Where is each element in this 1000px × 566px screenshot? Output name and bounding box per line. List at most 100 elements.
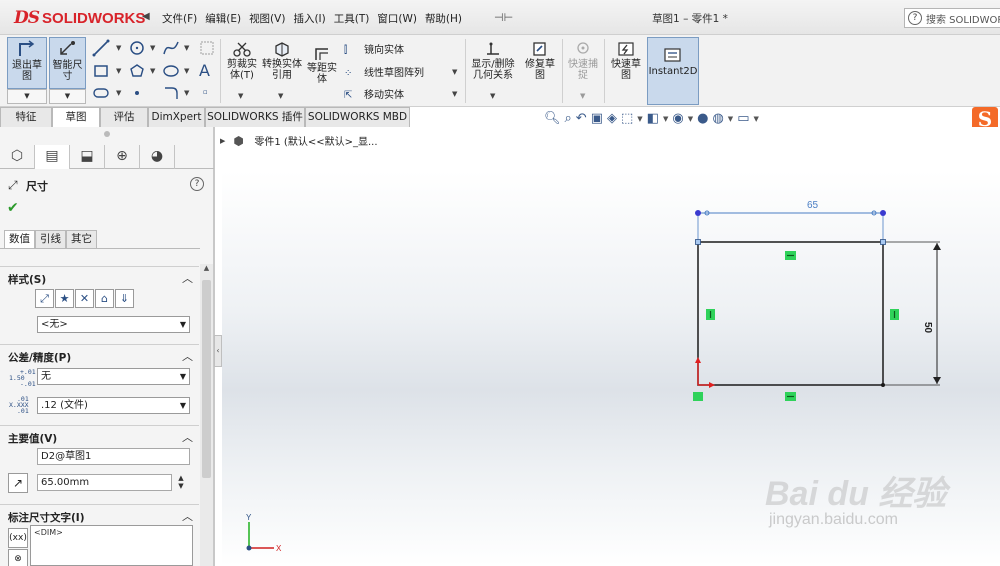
polygon-dropdown-icon[interactable]: ▼ <box>150 67 155 75</box>
view-orientation-icon[interactable]: ⬚ <box>621 111 633 126</box>
property-manager-tab-icon[interactable]: ▤ <box>35 145 70 169</box>
hide-show-dropdown-icon[interactable]: ▼ <box>688 115 693 123</box>
fillet-icon[interactable] <box>162 85 180 101</box>
display-style-icon[interactable]: ◧ <box>647 111 659 126</box>
smart-dimension-button[interactable]: 智能尺寸 <box>49 37 86 89</box>
line-icon[interactable] <box>92 39 110 57</box>
edit-appearance-icon[interactable]: ● <box>697 111 708 126</box>
display-relations-button[interactable]: 显示/删除几何关系 <box>468 41 518 81</box>
apply-default-style-icon[interactable]: ⤢ <box>35 289 54 308</box>
tolerance-type-select[interactable]: 无 ▼ <box>37 368 190 385</box>
delete-style-icon[interactable]: ✕ <box>75 289 94 308</box>
feature-tree-flyout[interactable]: ▶ ⬢ 零件1 (默认<<默认>_显... <box>220 133 378 149</box>
tab-dimxpert[interactable]: DimXpert <box>148 107 205 127</box>
feature-manager-tab-icon[interactable]: ⬡ <box>0 145 35 169</box>
dimxpert-manager-tab-icon[interactable]: ⊕ <box>105 145 140 169</box>
help-icon[interactable]: ? <box>908 11 922 25</box>
ellipse-dropdown-icon[interactable]: ▼ <box>184 67 189 75</box>
subtab-other[interactable]: 其它 <box>66 230 97 249</box>
slot-dropdown-icon[interactable]: ▼ <box>116 89 121 97</box>
tab-features[interactable]: 特征 <box>0 107 52 127</box>
menu-help[interactable]: 帮助(H) <box>425 11 470 26</box>
search-input[interactable]: ? 搜索 SOLIDWORKS <box>904 8 1000 28</box>
menu-tools[interactable]: 工具(T) <box>334 11 378 26</box>
dim-text-parentheses-icon[interactable]: (xx) <box>8 528 28 548</box>
repair-sketch-button[interactable]: 修复草图 <box>521 41 559 81</box>
dimension-value-horizontal[interactable]: 65 <box>807 200 818 211</box>
dimension-text-area[interactable]: <DIM> <box>30 525 193 566</box>
view-settings-icon[interactable]: ▭ <box>737 111 749 126</box>
menu-view[interactable]: 视图(V) <box>249 11 293 26</box>
convert-dropdown-icon[interactable]: ▼ <box>278 92 283 100</box>
slot-icon[interactable] <box>92 85 110 101</box>
spline-icon[interactable] <box>162 39 180 57</box>
zoom-to-fit-icon[interactable]: 🔍︎ <box>544 111 561 126</box>
fillet-dropdown-icon[interactable]: ▼ <box>184 89 189 97</box>
quick-snaps-dropdown-icon[interactable]: ▼ <box>580 92 585 100</box>
trim-dropdown-icon[interactable]: ▼ <box>238 92 243 100</box>
display-manager-tab-icon[interactable]: ◕ <box>140 145 175 169</box>
apply-scene-dropdown-icon[interactable]: ▼ <box>728 115 733 123</box>
dim-text-inspection-icon[interactable]: ⊗ <box>8 549 28 566</box>
tab-sketch[interactable]: 草图 <box>52 107 100 127</box>
dimension-text-group-header[interactable]: 标注尺寸文字(I) ︿ <box>0 504 199 526</box>
exit-sketch-dropdown[interactable]: ▼ <box>7 89 47 104</box>
instant2d-button[interactable]: Instant2D <box>647 37 699 105</box>
spline-dropdown-icon[interactable]: ▼ <box>184 44 189 52</box>
text-icon[interactable]: A <box>199 61 210 80</box>
menu-expand-arrow-icon[interactable]: ◀ <box>142 11 150 22</box>
style-select[interactable]: <无> ▼ <box>37 316 190 333</box>
plane-icon[interactable]: ▫ <box>203 88 208 96</box>
display-style-dropdown-icon[interactable]: ▼ <box>663 115 668 123</box>
rapid-sketch-button[interactable]: 快速草图 <box>607 41 645 81</box>
solidworks-logo[interactable]: DS SOLIDWORKS <box>14 8 145 28</box>
surface-sketch-icon[interactable] <box>198 39 216 57</box>
apply-scene-icon[interactable]: ◍ <box>712 111 723 126</box>
collapse-chevron-icon[interactable]: ︿ <box>182 348 193 364</box>
configuration-manager-tab-icon[interactable]: ⬓ <box>70 145 105 169</box>
add-style-icon[interactable]: ★ <box>55 289 74 308</box>
ok-check-icon[interactable]: ✔ <box>7 200 19 216</box>
move-dropdown-icon[interactable]: ▼ <box>452 90 457 98</box>
dynamic-annotation-icon[interactable]: ◈ <box>607 111 617 126</box>
tolerance-group-header[interactable]: 公差/精度(P) ︿ <box>0 344 199 366</box>
previous-view-icon[interactable]: ↶ <box>576 111 587 126</box>
menu-edit[interactable]: 编辑(E) <box>205 11 249 26</box>
view-orientation-dropdown-icon[interactable]: ▼ <box>637 115 642 123</box>
splitter-collapse-handle[interactable]: ‹ <box>214 335 222 367</box>
circle-icon[interactable] <box>128 39 146 57</box>
linear-pattern-dropdown-icon[interactable]: ▼ <box>452 68 457 76</box>
hide-show-items-icon[interactable]: ◉ <box>672 111 683 126</box>
mirror-entities-button[interactable]: ⫿ 镜向实体 <box>344 41 404 56</box>
help-icon[interactable]: ? <box>190 177 204 191</box>
scroll-up-icon[interactable]: ▲ <box>200 264 213 276</box>
menu-insert[interactable]: 插入(I) <box>293 11 333 26</box>
offset-entities-button[interactable]: 等距实体 <box>304 45 340 85</box>
collapse-chevron-icon[interactable]: ︿ <box>182 429 193 445</box>
section-view-icon[interactable]: ▣ <box>591 111 603 126</box>
smart-dimension-dropdown[interactable]: ▼ <box>49 89 86 104</box>
point-icon[interactable] <box>128 85 146 101</box>
panel-grip-handle[interactable] <box>104 131 110 137</box>
menu-window[interactable]: 窗口(W) <box>377 11 425 26</box>
pin-menu-icon[interactable]: ⊣⊢ <box>494 11 513 24</box>
polygon-icon[interactable] <box>128 62 146 80</box>
rectangle-icon[interactable] <box>92 62 110 80</box>
linear-pattern-button[interactable]: ⁘ 线性草图阵列 <box>344 64 424 79</box>
trim-entities-button[interactable]: 剪裁实体(T) <box>224 41 260 81</box>
tab-evaluate[interactable]: 评估 <box>100 107 148 127</box>
scroll-thumb[interactable] <box>202 280 211 478</box>
convert-entities-button[interactable]: 转换实体引用 <box>262 41 302 81</box>
dimension-value-vertical[interactable]: 50 <box>922 322 933 333</box>
subtab-value[interactable]: 数值 <box>4 230 35 249</box>
expand-triangle-icon[interactable]: ▶ <box>220 137 225 145</box>
zoom-to-area-icon[interactable]: ⌕ <box>565 111 572 126</box>
quick-snaps-button[interactable]: 快速捕捉 <box>565 41 601 81</box>
menu-file[interactable]: 文件(F) <box>162 11 205 26</box>
subtab-leaders[interactable]: 引线 <box>35 230 66 249</box>
primary-value-group-header[interactable]: 主要值(V) ︿ <box>0 425 199 447</box>
collapse-chevron-icon[interactable]: ︿ <box>182 270 193 286</box>
precision-select[interactable]: .12 (文件) ▼ <box>37 397 190 414</box>
value-spinner-icon[interactable]: ▲ ▼ <box>174 474 188 492</box>
ellipse-icon[interactable] <box>162 62 180 80</box>
